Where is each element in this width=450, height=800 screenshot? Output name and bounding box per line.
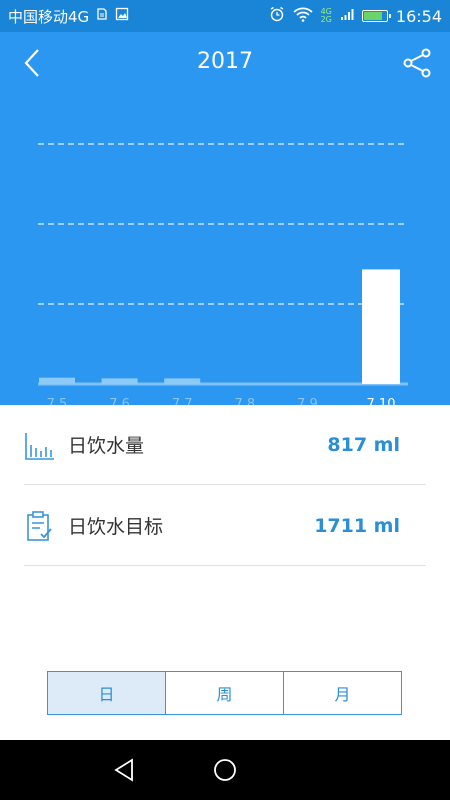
share-button[interactable] [402,46,434,80]
network-badge-2g: 2G [320,15,332,24]
nav-back-button[interactable] [111,756,139,784]
page-title: 2017 [197,49,253,74]
chart-bar[interactable] [39,377,75,384]
alarm-icon [269,6,285,26]
daily-goal-value: 1711 ml [314,514,400,537]
network-badges: 4G 2G [321,8,332,24]
daily-goal-row: 日饮水目标 1711 ml [24,486,426,566]
chart-panel: 2017 7.5 7.6 7.7 7.8 7.9 7.10 [0,32,450,405]
status-bar: 中国移动4G 4G 2G 16:54 [0,0,450,32]
share-icon [403,48,431,78]
tab-day[interactable]: 日 [48,672,166,714]
daily-intake-row: 日饮水量 817 ml [24,405,426,485]
chart-bar[interactable] [164,378,201,384]
sim-icon [95,7,109,25]
bar-chart-icon [24,429,56,461]
carrier-label: 中国移动4G [8,7,90,26]
x-tick-label: 7.9 [297,397,318,405]
chart-bar[interactable] [101,378,138,384]
header: 2017 [0,32,450,94]
signal-icon [340,7,354,25]
x-tick-label: 7.10 [367,397,396,405]
circle-home-icon [214,759,236,781]
battery-icon [361,10,391,22]
screen: 中国移动4G 4G 2G 16:54 2017 7.5 7.6 7.7 7.8 … [0,0,450,800]
status-right: 4G 2G 16:54 [269,6,442,26]
daily-intake-label: 日饮水量 [68,435,145,457]
x-tick-label: 7.5 [47,397,68,405]
wifi-icon [292,6,313,26]
clipboard-check-icon [24,510,56,542]
x-tick-label: 7.7 [172,397,193,405]
daily-intake-value: 817 ml [327,433,400,456]
x-tick-label: 7.8 [234,397,255,405]
image-icon [115,7,129,25]
tab-week[interactable]: 周 [166,672,284,714]
period-tabs: 日 周 月 [47,671,402,715]
tab-month[interactable]: 月 [284,672,401,714]
nav-home-button[interactable] [211,756,239,784]
chart-bar[interactable] [362,269,400,384]
navigation-bar [0,740,450,800]
daily-goal-label: 日饮水目标 [68,516,164,538]
status-left: 中国移动4G [8,6,129,27]
water-intake-chart: 7.5 7.6 7.7 7.8 7.9 7.10 [38,143,408,405]
clock: 16:54 [395,6,442,26]
triangle-back-icon [114,758,133,782]
x-tick-label: 7.6 [109,397,130,405]
